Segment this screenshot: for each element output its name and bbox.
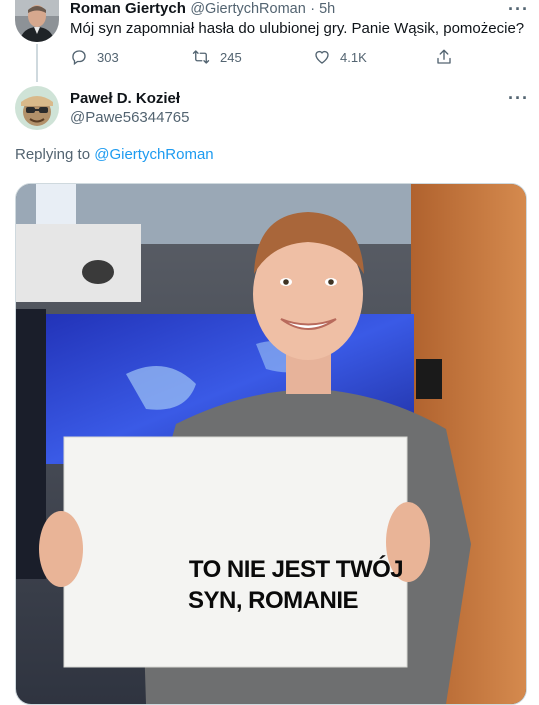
tweet-author-handle[interactable]: @GiertychRoman [190,1,305,17]
meme-caption-line2: SYN, ROMANIE [188,587,359,614]
tweet-actions: 303 245 4.1K [70,46,470,68]
reply-author-handle[interactable]: @Pawe56344765 [70,109,190,126]
share-icon [437,49,451,64]
reply-button[interactable]: 303 [70,48,119,66]
more-icon[interactable]: ··· [508,89,529,107]
replying-to-link[interactable]: @GiertychRoman [94,146,213,163]
meme-photo: TO NIE JEST TWÓJ SYN, ROMANIE [16,184,526,704]
replying-to-label: Replying to [15,146,91,163]
tweet-author-name[interactable]: Roman Giertych [70,0,186,17]
thread-connector-line [36,44,38,82]
reply-author-name[interactable]: Paweł D. Kozieł [70,90,180,107]
like-count: 4.1K [340,49,367,65]
tweet-timestamp[interactable]: · 5h [310,1,335,17]
retweet-icon [192,50,210,64]
avatar[interactable] [15,86,59,130]
share-button[interactable] [435,48,462,66]
more-icon[interactable]: ··· [508,0,529,18]
retweet-button[interactable]: 245 [191,48,242,66]
reply-image[interactable]: TO NIE JEST TWÓJ SYN, ROMANIE [15,183,527,705]
retweet-count: 245 [220,49,242,65]
tweet-text: Mój syn zapomniał hasła do ulubionej gry… [70,20,525,37]
meme-caption-line1: TO NIE JEST TWÓJ [189,555,403,583]
like-button[interactable]: 4.1K [313,48,367,66]
reply-icon [72,50,86,66]
avatar[interactable] [15,0,59,42]
replying-to-line: Replying to @GiertychRoman [15,146,214,163]
like-icon [315,50,329,64]
reply-count: 303 [97,49,119,65]
